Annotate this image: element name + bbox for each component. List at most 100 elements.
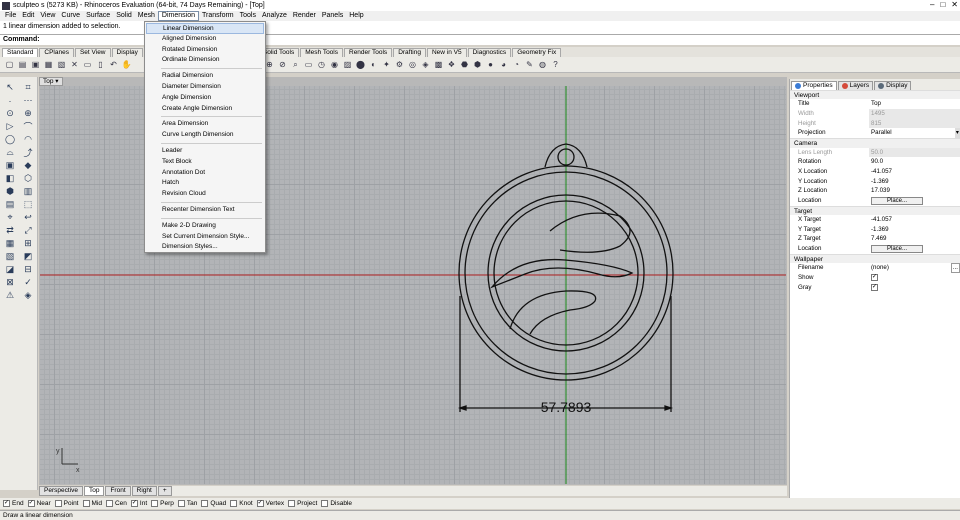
menu-curve[interactable]: Curve <box>58 11 83 21</box>
menu-tools[interactable]: Tools <box>237 11 259 21</box>
menu-panels[interactable]: Panels <box>319 11 346 21</box>
osnap-end[interactable]: ✓ End <box>3 500 24 507</box>
osnap-checkbox[interactable] <box>105 500 113 507</box>
menu-surface[interactable]: Surface <box>83 11 113 21</box>
left-tool-icon[interactable]: ⊕ <box>19 107 37 120</box>
toolbar-tab-set-view[interactable]: Set View <box>74 48 111 57</box>
property-value[interactable]: (none) <box>871 263 889 273</box>
left-tool-icon[interactable]: ⌓ <box>1 146 19 159</box>
toolbar-tool-icon[interactable]: ✋ <box>121 59 132 70</box>
osnap-checkbox[interactable]: ✓ <box>27 500 35 507</box>
left-tool-icon[interactable]: ⤢ <box>19 224 37 237</box>
osnap-disable[interactable]: Disable <box>321 500 352 507</box>
left-tool-icon[interactable]: ⊙ <box>1 107 19 120</box>
toolbar-tool-icon[interactable]: ◷ <box>316 59 327 70</box>
osnap-checkbox[interactable] <box>151 500 159 507</box>
viewport-title-tab[interactable]: Top ▾ <box>39 77 63 86</box>
toolbar-tool-icon[interactable]: ◔ <box>511 59 522 70</box>
toolbar-tool-icon[interactable]: ⌕ <box>290 59 301 70</box>
toolbar-tab-display[interactable]: Display <box>111 48 143 57</box>
left-tool-icon[interactable]: ⊞ <box>19 237 37 250</box>
close-icon[interactable]: ✕ <box>951 0 958 9</box>
osnap-project[interactable]: Project <box>288 500 317 507</box>
left-tool-icon[interactable]: ↖ <box>1 81 19 94</box>
osnap-int[interactable]: ✓ Int <box>130 500 147 507</box>
osnap-vertex[interactable]: ✓ Vertex <box>256 500 284 507</box>
menu-transform[interactable]: Transform <box>199 11 237 21</box>
left-tool-icon[interactable]: ◈ <box>19 289 37 302</box>
osnap-checkbox[interactable] <box>321 500 329 507</box>
left-tool-icon[interactable]: ⤴ <box>19 146 37 159</box>
viewport-tab-front[interactable]: Front <box>105 486 131 496</box>
menu-help[interactable]: Help <box>346 11 366 21</box>
panel-tab-properties[interactable]: Properties <box>791 81 837 90</box>
toolbar-tool-icon[interactable]: ▯ <box>95 59 106 70</box>
toolbar-tool-icon[interactable]: ◍ <box>537 59 548 70</box>
menu-item-diameter-dimension[interactable]: Diameter Dimension <box>146 82 264 93</box>
osnap-checkbox[interactable] <box>288 500 296 507</box>
menu-file[interactable]: File <box>2 11 19 21</box>
toolbar-tool-icon[interactable]: ◈ <box>420 59 431 70</box>
property-value[interactable]: 90.0 <box>871 157 883 167</box>
osnap-cen[interactable]: Cen <box>105 500 127 507</box>
toolbar-tool-icon[interactable]: ◕ <box>498 59 509 70</box>
left-tool-icon[interactable]: ⬚ <box>19 198 37 211</box>
toolbar-tool-icon[interactable]: ↶ <box>108 59 119 70</box>
menu-item-make-2-d-drawing[interactable]: Make 2-D Drawing <box>146 221 264 232</box>
left-tool-icon[interactable]: ⬡ <box>19 172 37 185</box>
menu-render[interactable]: Render <box>290 11 319 21</box>
left-tool-icon[interactable]: ⚠ <box>1 289 19 302</box>
toolbar-tab-drafting[interactable]: Drafting <box>393 48 426 57</box>
checkbox[interactable]: ✓ <box>871 283 878 291</box>
menu-item-set-current-dimension-style-[interactable]: Set Current Dimension Style... <box>146 232 264 243</box>
toolbar-tool-icon[interactable]: ▩ <box>433 59 444 70</box>
minimize-icon[interactable]: – <box>930 0 934 9</box>
left-tool-icon[interactable]: ⊠ <box>1 276 19 289</box>
menu-solid[interactable]: Solid <box>113 11 135 21</box>
browse-button[interactable]: ... <box>950 263 960 273</box>
osnap-checkbox[interactable]: ✓ <box>256 500 264 507</box>
menu-item-aligned-dimension[interactable]: Aligned Dimension <box>146 34 264 45</box>
menu-item-hatch[interactable]: Hatch <box>146 178 264 189</box>
left-tool-icon[interactable]: ⌖ <box>1 211 19 224</box>
menu-item-curve-length-dimension[interactable]: Curve Length Dimension <box>146 130 264 141</box>
property-value[interactable]: -1.369 <box>871 177 889 187</box>
left-tool-icon[interactable]: ⋯ <box>19 94 37 107</box>
toolbar-tab-cplanes[interactable]: CPlanes <box>39 48 74 57</box>
toolbar-tool-icon[interactable]: ▢ <box>4 59 15 70</box>
panel-tab-layers[interactable]: Layers <box>837 81 874 90</box>
menu-item-annotation-dot[interactable]: Annotation Dot <box>146 168 264 179</box>
toolbar-tool-icon[interactable]: ? <box>550 59 561 70</box>
toolbar-tool-icon[interactable]: ◉ <box>329 59 340 70</box>
left-tool-icon[interactable]: ◧ <box>1 172 19 185</box>
toolbar-tool-icon[interactable]: ▤ <box>17 59 28 70</box>
osnap-checkbox[interactable]: ✓ <box>130 500 138 507</box>
property-value[interactable]: 17.039 <box>871 186 890 196</box>
left-tool-icon[interactable]: ◩ <box>19 250 37 263</box>
menu-mesh[interactable]: Mesh <box>135 11 158 21</box>
viewport-tab-top[interactable]: Top <box>83 486 105 496</box>
left-tool-icon[interactable]: ▣ <box>1 159 19 172</box>
toolbar-tab-mesh-tools[interactable]: Mesh Tools <box>300 48 343 57</box>
left-tool-icon[interactable]: ⌒ <box>19 120 37 133</box>
osnap-near[interactable]: ✓ Near <box>27 500 51 507</box>
toolbar-tool-icon[interactable]: ▭ <box>303 59 314 70</box>
osnap-checkbox[interactable] <box>177 500 185 507</box>
left-tool-icon[interactable]: ◪ <box>1 263 19 276</box>
left-tool-icon[interactable]: ▤ <box>1 198 19 211</box>
menu-item-leader[interactable]: Leader <box>146 146 264 157</box>
viewport-tab-add[interactable]: + <box>157 486 172 496</box>
place-button[interactable]: Place... <box>871 196 923 205</box>
toolbar-tool-icon[interactable]: ✎ <box>524 59 535 70</box>
menu-item-revision-cloud[interactable]: Revision Cloud <box>146 189 264 200</box>
osnap-checkbox[interactable]: ✓ <box>3 500 10 507</box>
left-tool-icon[interactable]: ◯ <box>1 133 19 146</box>
osnap-checkbox[interactable] <box>54 500 62 507</box>
left-tool-icon[interactable]: ⇄ <box>1 224 19 237</box>
toolbar-tool-icon[interactable]: ▣ <box>30 59 41 70</box>
toolbar-tool-icon[interactable]: ◐ <box>368 59 379 70</box>
left-tool-icon[interactable]: ↩ <box>19 211 37 224</box>
toolbar-tool-icon[interactable]: ❖ <box>446 59 457 70</box>
left-tool-icon[interactable]: ▥ <box>19 185 37 198</box>
osnap-point[interactable]: Point <box>54 500 79 507</box>
